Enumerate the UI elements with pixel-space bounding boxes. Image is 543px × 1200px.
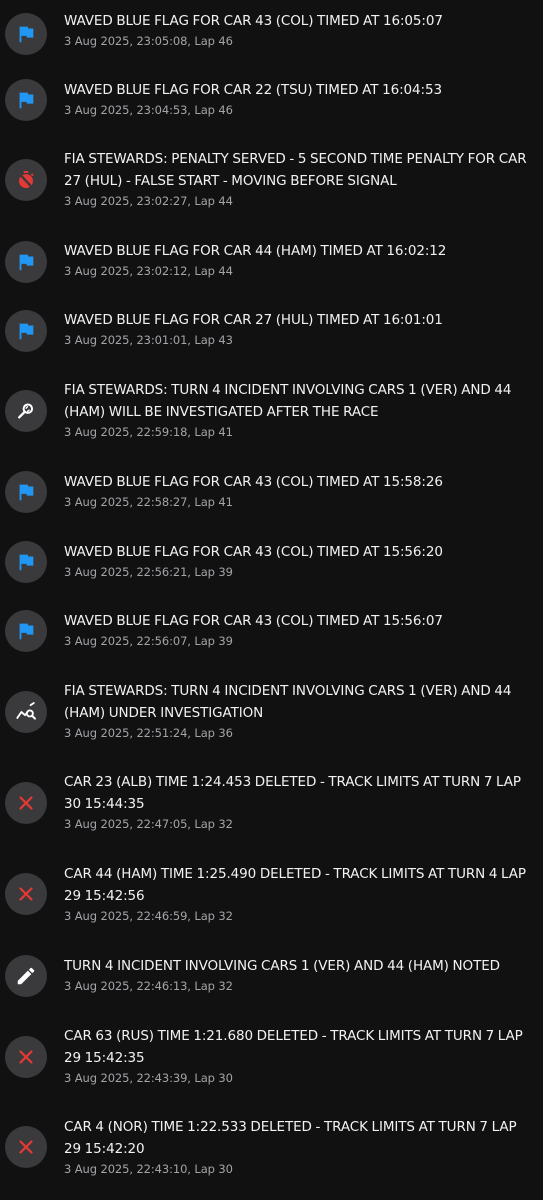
message-icon (5, 782, 47, 824)
message-icon (5, 159, 47, 201)
message-title: WAVED BLUE FLAG FOR CAR 43 (COL) TIMED A… (64, 544, 443, 560)
pencil-icon (17, 967, 35, 985)
close-icon (19, 796, 33, 810)
message-icon (5, 1036, 47, 1078)
message-icon (5, 610, 47, 652)
message-icon (5, 691, 47, 733)
message-timestamp: 3 Aug 2025, 22:51:24, Lap 36 (64, 726, 233, 740)
message-timestamp: 3 Aug 2025, 22:58:27, Lap 41 (64, 495, 233, 509)
message-timestamp: 3 Aug 2025, 23:02:12, Lap 44 (64, 264, 233, 278)
message-timestamp: 3 Aug 2025, 22:43:10, Lap 30 (64, 1162, 233, 1176)
message-icon (5, 471, 47, 513)
message-icon (5, 13, 47, 55)
message-timestamp: 3 Aug 2025, 23:02:27, Lap 44 (64, 194, 233, 208)
message-title: WAVED BLUE FLAG FOR CAR 43 (COL) TIMED A… (64, 474, 443, 490)
timer-off-icon (17, 171, 35, 190)
message-timestamp: 3 Aug 2025, 22:56:07, Lap 39 (64, 634, 233, 648)
message-timestamp: 3 Aug 2025, 23:01:01, Lap 43 (64, 333, 233, 347)
message-title: WAVED BLUE FLAG FOR CAR 43 (COL) TIMED A… (64, 613, 443, 629)
message-title: WAVED BLUE FLAG FOR CAR 22 (TSU) TIMED A… (64, 82, 442, 98)
message-timestamp: 3 Aug 2025, 22:46:13, Lap 32 (64, 979, 233, 993)
message-title: FIA STEWARDS: TURN 4 INCIDENT INVOLVING … (64, 683, 512, 721)
message-title: CAR 23 (ALB) TIME 1:24.453 DELETED - TRA… (64, 774, 521, 812)
message-timestamp: 3 Aug 2025, 23:04:53, Lap 46 (64, 103, 233, 117)
blue-flag-icon (19, 26, 34, 43)
investigate-icon (18, 403, 34, 419)
message-icon (5, 310, 47, 352)
message-icon (5, 955, 47, 997)
message-timestamp: 3 Aug 2025, 22:56:21, Lap 39 (64, 565, 233, 579)
query-stats-icon (16, 702, 36, 720)
message-icon (5, 390, 47, 432)
message-title: TURN 4 INCIDENT INVOLVING CARS 1 (VER) A… (64, 958, 500, 974)
message-title: FIA STEWARDS: TURN 4 INCIDENT INVOLVING … (64, 382, 512, 420)
message-timestamp: 3 Aug 2025, 22:43:39, Lap 30 (64, 1071, 233, 1085)
message-title: CAR 4 (NOR) TIME 1:22.533 DELETED - TRAC… (64, 1119, 517, 1157)
blue-flag-icon (19, 92, 34, 109)
message-icon (5, 241, 47, 283)
message-icon (5, 873, 47, 915)
race-control-feed: WAVED BLUE FLAG FOR CAR 43 (COL) TIMED A… (0, 0, 543, 1200)
close-icon (19, 1140, 33, 1154)
message-title: WAVED BLUE FLAG FOR CAR 27 (HUL) TIMED A… (64, 312, 443, 328)
message-icon (5, 1126, 47, 1168)
message-timestamp: 3 Aug 2025, 22:46:59, Lap 32 (64, 909, 233, 923)
message-title: WAVED BLUE FLAG FOR CAR 44 (HAM) TIMED A… (64, 243, 447, 259)
message-timestamp: 3 Aug 2025, 22:59:18, Lap 41 (64, 425, 233, 439)
close-icon (19, 887, 33, 901)
message-title: CAR 44 (HAM) TIME 1:25.490 DELETED - TRA… (64, 866, 526, 904)
close-icon (19, 1050, 33, 1064)
blue-flag-icon (19, 254, 34, 271)
blue-flag-icon (19, 484, 34, 501)
message-title: FIA STEWARDS: PENALTY SERVED - 5 SECOND … (64, 151, 527, 189)
message-icon (5, 541, 47, 583)
message-icon (5, 79, 47, 121)
blue-flag-icon (19, 554, 34, 571)
message-title: WAVED BLUE FLAG FOR CAR 43 (COL) TIMED A… (64, 13, 443, 29)
blue-flag-icon (19, 623, 34, 640)
message-timestamp: 3 Aug 2025, 23:05:08, Lap 46 (64, 34, 233, 48)
blue-flag-icon (19, 323, 34, 340)
message-title: CAR 63 (RUS) TIME 1:21.680 DELETED - TRA… (64, 1028, 523, 1066)
message-timestamp: 3 Aug 2025, 22:47:05, Lap 32 (64, 817, 233, 831)
